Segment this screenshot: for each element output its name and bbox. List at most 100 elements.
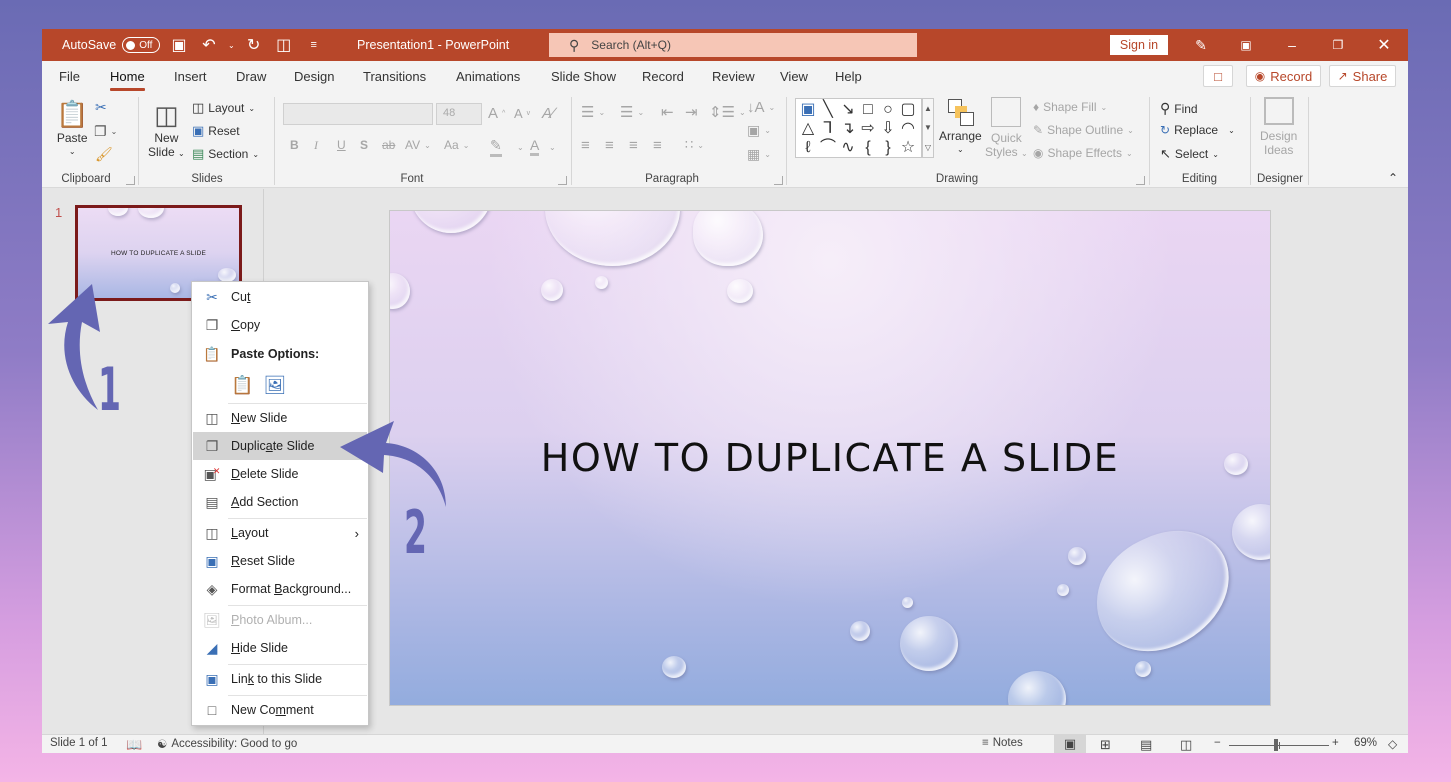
menu-item-link-to-slide[interactable]: ▣ Link to this Slide <box>193 665 367 693</box>
shape-option[interactable]: ☆ <box>898 138 918 157</box>
tab-design[interactable]: Design <box>294 69 334 84</box>
sign-in-button[interactable]: Sign in <box>1110 35 1168 55</box>
paste-keep-source-icon[interactable]: 📋 <box>231 375 253 396</box>
columns-button[interactable]: ∷ ⌄ <box>685 137 704 153</box>
menu-item-hide-slide[interactable]: ◢ Hide Slide <box>193 634 367 662</box>
layout-button[interactable]: ◫ Layout ⌄ <box>192 100 255 116</box>
zoom-slider-thumb[interactable] <box>1274 739 1278 751</box>
clear-formatting-icon[interactable]: A∕ <box>542 105 555 122</box>
tab-file[interactable]: File <box>59 69 80 84</box>
restore-icon[interactable]: ❐ <box>1316 29 1360 61</box>
gallery-more-icon[interactable]: ▽ <box>925 143 931 152</box>
grow-font-icon[interactable]: A ^ <box>488 105 505 122</box>
shadow-button[interactable]: S <box>360 138 368 152</box>
find-button[interactable]: ⚲ Find <box>1160 100 1198 117</box>
character-spacing-button[interactable]: AV ⌄ <box>405 138 431 152</box>
smartart-button[interactable]: ▦ ⌄ <box>747 146 771 163</box>
menu-item-cut[interactable]: ✂ Cut <box>193 283 367 311</box>
shape-fill-button[interactable]: ♦ Shape Fill ⌄ <box>1033 100 1107 114</box>
underline-button[interactable]: U <box>337 138 346 152</box>
drawing-launcher[interactable] <box>1136 176 1145 185</box>
shape-option[interactable]: } <box>878 138 898 157</box>
tab-animations[interactable]: Animations <box>456 69 520 84</box>
decrease-indent-button[interactable]: ⇤ <box>661 103 674 121</box>
pen-icon[interactable]: ✎ <box>1179 29 1223 61</box>
font-color-dropdown-icon[interactable]: ⌄ <box>549 143 556 152</box>
tab-insert[interactable]: Insert <box>174 69 207 84</box>
select-button[interactable]: ↖ Select ⌄ <box>1160 146 1219 162</box>
slide-title[interactable]: HOW TO DUPLICATE A SLIDE <box>390 436 1270 480</box>
slideshow-view-icon[interactable]: ◫ <box>1180 737 1192 753</box>
scroll-up-icon[interactable]: ▲ <box>924 104 932 113</box>
shapes-gallery[interactable]: ▣ ╲ ↘ □ ○ ▢ △ ⅂ ↴ ⇨ ⇩ ◠ ℓ ⌒ ∿{} ☆ <box>795 98 922 158</box>
fit-to-window-icon[interactable]: ◇ <box>1388 737 1397 751</box>
paste-as-picture-icon[interactable]: 🖼 <box>263 375 286 396</box>
shape-option[interactable]: □ <box>858 100 878 119</box>
section-button[interactable]: ▤ Section ⌄ <box>192 146 259 162</box>
reset-button[interactable]: ▣ Reset <box>192 123 240 139</box>
numbering-button[interactable]: ☰ ⌄ <box>620 103 644 121</box>
spell-check-icon[interactable]: 📖 <box>126 737 142 753</box>
search-box[interactable]: ⚲ Search (Alt+Q) <box>549 33 917 57</box>
menu-item-copy[interactable]: ❐ Copy <box>193 311 367 339</box>
reading-view-icon[interactable]: ▤ <box>1140 737 1152 753</box>
zoom-level[interactable]: 69% <box>1354 737 1377 749</box>
scroll-down-icon[interactable]: ▼ <box>924 123 932 132</box>
bold-button[interactable]: B <box>290 138 299 152</box>
shape-option[interactable]: ◠ <box>898 119 918 138</box>
shape-option[interactable]: ⇨ <box>858 119 878 138</box>
shape-option[interactable]: ⅂ <box>818 119 838 138</box>
menu-item-format-background[interactable]: ◈ Format Background... <box>193 575 367 603</box>
slide-canvas[interactable]: HOW TO DUPLICATE A SLIDE <box>389 210 1271 706</box>
shape-option[interactable]: ℓ <box>798 138 818 157</box>
quick-styles-button[interactable]: Quick Styles ⌄ <box>985 97 1028 159</box>
notes-button[interactable]: ≡ Notes <box>982 737 1023 749</box>
tab-home[interactable]: Home <box>110 69 145 91</box>
paragraph-launcher[interactable] <box>774 176 783 185</box>
slide-sorter-icon[interactable]: ⊞ <box>1100 737 1111 753</box>
shape-option[interactable]: ↴ <box>838 119 858 138</box>
align-right-button[interactable]: ≡ <box>629 137 638 154</box>
align-text-button[interactable]: ▣ ⌄ <box>747 122 771 139</box>
copy-icon[interactable]: ❐ ⌄ <box>94 123 117 140</box>
tab-transitions[interactable]: Transitions <box>363 69 426 84</box>
customize-qat-icon[interactable]: ≡ <box>303 39 325 51</box>
shape-option[interactable]: ╲ <box>818 100 838 119</box>
share-button[interactable]: ↗ Share <box>1329 65 1396 87</box>
record-button[interactable]: ◉ Record <box>1246 65 1321 87</box>
shape-option[interactable]: ▢ <box>898 100 918 119</box>
accessibility-status[interactable]: ☯ Accessibility: Good to go <box>157 737 297 751</box>
shape-option[interactable]: △ <box>798 119 818 138</box>
italic-button[interactable]: I <box>314 138 318 153</box>
font-color-button[interactable]: A <box>530 137 540 156</box>
font-launcher[interactable] <box>558 176 567 185</box>
undo-dropdown-icon[interactable]: ⌄ <box>228 41 235 50</box>
close-icon[interactable]: ✕ <box>1362 29 1406 61</box>
tab-record[interactable]: Record <box>642 69 684 84</box>
tab-help[interactable]: Help <box>835 69 862 84</box>
menu-item-reset-slide[interactable]: ▣ Reset Slide <box>193 547 367 575</box>
zoom-out-button[interactable]: − <box>1214 737 1221 749</box>
paste-button[interactable]: 📋 Paste ⌄ <box>56 99 88 156</box>
ribbon-display-icon[interactable]: ▣ <box>1224 29 1268 61</box>
redo-icon[interactable]: ↻ <box>243 35 265 55</box>
increase-indent-button[interactable]: ⇥ <box>685 103 698 121</box>
font-size-combo[interactable]: 48 <box>436 103 482 125</box>
clipboard-launcher[interactable] <box>126 176 135 185</box>
zoom-in-button[interactable]: + <box>1332 737 1339 749</box>
new-slide-button[interactable]: ◫ New Slide ⌄ <box>148 99 185 159</box>
shrink-font-icon[interactable]: Av <box>514 106 530 121</box>
shape-option[interactable]: ○ <box>878 100 898 119</box>
highlight-color-button[interactable]: ✎ <box>490 137 502 157</box>
autosave-control[interactable]: AutoSave Off <box>62 29 161 61</box>
line-spacing-button[interactable]: ⇕☰ ⌄ <box>709 103 746 121</box>
design-ideas-button[interactable]: Design Ideas <box>1260 97 1297 157</box>
tab-draw[interactable]: Draw <box>236 69 266 84</box>
tab-review[interactable]: Review <box>712 69 755 84</box>
shape-option[interactable]: ∿ <box>838 138 858 157</box>
shape-effects-button[interactable]: ◉ Shape Effects ⌄ <box>1033 146 1133 160</box>
shape-outline-button[interactable]: ✎ Shape Outline ⌄ <box>1033 123 1134 137</box>
menu-item-layout[interactable]: ◫ Layout › <box>193 519 367 547</box>
highlight-dropdown-icon[interactable]: ⌄ <box>517 143 524 152</box>
change-case-button[interactable]: Aa ⌄ <box>444 138 469 152</box>
